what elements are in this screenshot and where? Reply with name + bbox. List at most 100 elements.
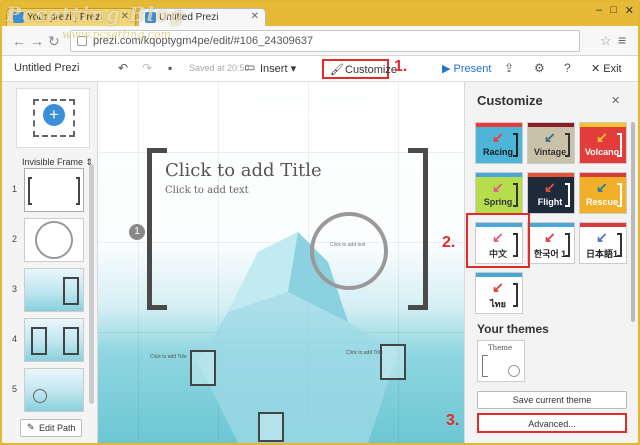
exit-button[interactable]: ✕ Exit — [591, 62, 622, 75]
add-frame-button[interactable]: + — [16, 88, 90, 148]
maximize-icon[interactable]: □ — [610, 4, 617, 17]
path-thumbnail-1[interactable] — [24, 168, 84, 212]
insert-menu[interactable]: Insert ▾ — [260, 62, 296, 75]
prezi-canvas[interactable]: Click to add Title Click to add text 1 C… — [98, 82, 464, 443]
frame-bracket-right[interactable] — [408, 148, 428, 310]
tab-strip: Your prezi | Prezi ✕ Untitled Prezi ✕ – … — [2, 2, 638, 26]
theme-arrow-icon: ↙ — [492, 279, 504, 295]
bracket-frame — [63, 327, 79, 355]
customize-button[interactable]: 🖌 Customize — [322, 59, 397, 79]
panel-heading: Customize — [477, 93, 543, 108]
mini-title-placeholder[interactable]: Click to add Title — [150, 354, 187, 360]
theme-color-stripe — [528, 123, 574, 127]
circle-text-placeholder[interactable]: Click to add text — [330, 242, 366, 248]
address-bar[interactable]: prezi.com/kqoptygm4pe/edit/#106_24309637 — [70, 30, 580, 52]
present-button[interactable]: ▶ Present — [442, 62, 491, 75]
share-icon[interactable]: ⇪ — [504, 61, 514, 75]
theme-name: Racing — [482, 147, 513, 157]
your-themes-heading: Your themes — [477, 322, 549, 336]
thumb-number: 3 — [12, 284, 18, 294]
edit-path-button[interactable]: ✎ Edit Path — [20, 419, 82, 437]
close-tab-icon[interactable]: ✕ — [251, 11, 259, 22]
theme-tile[interactable]: ↙ Rescue — [579, 172, 627, 214]
mini-frame[interactable] — [258, 412, 284, 442]
theme-tile[interactable]: ↙ ไทย — [475, 272, 523, 314]
advanced-button[interactable]: Advanced... — [477, 413, 627, 433]
theme-tile[interactable]: ↙ 日本語1 — [579, 222, 627, 264]
tab-your-prezi[interactable]: Your prezi | Prezi ✕ — [6, 8, 136, 26]
forward-arrow-icon[interactable]: → — [30, 33, 44, 49]
brush-icon: 🖌 — [330, 64, 344, 76]
theme-color-stripe — [528, 223, 574, 227]
path-thumbnail-5[interactable] — [24, 368, 84, 412]
window-controls: – □ ✕ — [596, 4, 634, 17]
back-arrow-icon[interactable]: ← — [12, 33, 26, 49]
customize-panel: Customize ✕ ↙ Racing ↙ Vintage ↙ Volcano ↙ Spri… — [464, 82, 638, 443]
grid-line — [138, 82, 139, 443]
text-placeholder[interactable]: Click to add text — [165, 185, 249, 196]
prezi-favicon-icon — [145, 12, 156, 23]
step-one-marker: 1. — [394, 58, 408, 75]
save-current-theme-button[interactable]: Save current theme — [477, 391, 627, 409]
frame-type-select[interactable]: Invisible Frame ⇕ — [22, 157, 93, 168]
bookmark-star-icon[interactable]: ☆ — [600, 33, 612, 49]
theme-name: 한국어 1 — [533, 249, 567, 259]
theme-tile[interactable]: ↙ Spring — [475, 172, 523, 214]
tab-title: Untitled Prezi — [159, 12, 219, 23]
page-icon — [77, 36, 87, 46]
theme-name: 日本語1 — [585, 249, 618, 259]
theme-arrow-icon: ↙ — [596, 179, 608, 195]
sidebar-scrollbar[interactable] — [89, 164, 94, 404]
theme-color-stripe — [580, 173, 626, 177]
theme-arrow-icon: ↙ — [492, 179, 504, 195]
theme-tile[interactable]: ↙ Flight — [527, 172, 575, 214]
path-thumbnail-2[interactable] — [24, 218, 84, 262]
theme-tile[interactable]: ↙ Vintage — [527, 122, 575, 164]
theme-name: Volcano — [584, 147, 620, 157]
bracket-left — [28, 177, 32, 205]
exit-label: Exit — [603, 63, 622, 75]
frame-bracket-left[interactable] — [147, 148, 167, 310]
theme-name: Vintage — [533, 147, 567, 157]
path-thumbnail-4[interactable] — [24, 318, 84, 362]
saved-status: Saved at 20:50 — [189, 63, 250, 73]
thumb-number: 1 — [12, 184, 18, 194]
help-icon[interactable]: ? — [564, 61, 571, 75]
theme-tile[interactable]: ↙ 한국어 1 — [527, 222, 575, 264]
redo-icon[interactable]: ↷ — [142, 61, 152, 75]
reload-icon[interactable]: ↻ — [48, 33, 60, 50]
insert-label: Insert — [260, 63, 288, 75]
circle-frame — [508, 365, 520, 377]
custom-theme-thumbnail[interactable]: Theme — [477, 340, 525, 382]
mini-title-placeholder[interactable]: Click to add Title — [346, 350, 383, 356]
close-window-icon[interactable]: ✕ — [625, 4, 634, 17]
mini-frame[interactable] — [380, 344, 406, 380]
tab-untitled-prezi[interactable]: Untitled Prezi ✕ — [138, 8, 266, 26]
custom-theme-title: Theme — [488, 344, 513, 352]
minimize-icon[interactable]: – — [596, 4, 602, 17]
document-title[interactable]: Untitled Prezi — [14, 62, 79, 74]
theme-color-stripe — [476, 173, 522, 177]
theme-name: ไทย — [490, 299, 506, 309]
path-thumbnail-3[interactable] — [24, 268, 84, 312]
save-icon[interactable]: ▪ — [168, 61, 172, 75]
title-placeholder[interactable]: Click to add Title — [165, 160, 322, 181]
theme-name: Rescue — [585, 197, 619, 207]
bracket-frame — [31, 327, 47, 355]
browser-menu-icon[interactable]: ≡ — [618, 32, 626, 48]
theme-tile[interactable]: ↙ Racing — [475, 122, 523, 164]
circle-frame[interactable]: Click to add text — [310, 212, 388, 290]
step-two-marker: 2. — [442, 234, 456, 251]
navigation-bar: ← → ↻ prezi.com/kqoptygm4pe/edit/#106_24… — [2, 26, 638, 56]
theme-arrow-icon: ↙ — [596, 129, 608, 145]
theme-tile[interactable]: ↙ Volcano — [579, 122, 627, 164]
mini-frame[interactable] — [190, 350, 216, 386]
close-tab-icon[interactable]: ✕ — [121, 11, 129, 22]
close-panel-icon[interactable]: ✕ — [611, 94, 620, 107]
path-step-badge[interactable]: 1 — [129, 224, 145, 240]
present-label: Present — [453, 63, 492, 75]
circle-frame — [35, 221, 73, 259]
undo-icon[interactable]: ↶ — [118, 61, 128, 75]
settings-gear-icon[interactable]: ⚙ — [534, 61, 545, 75]
bracket-frame — [63, 277, 79, 305]
